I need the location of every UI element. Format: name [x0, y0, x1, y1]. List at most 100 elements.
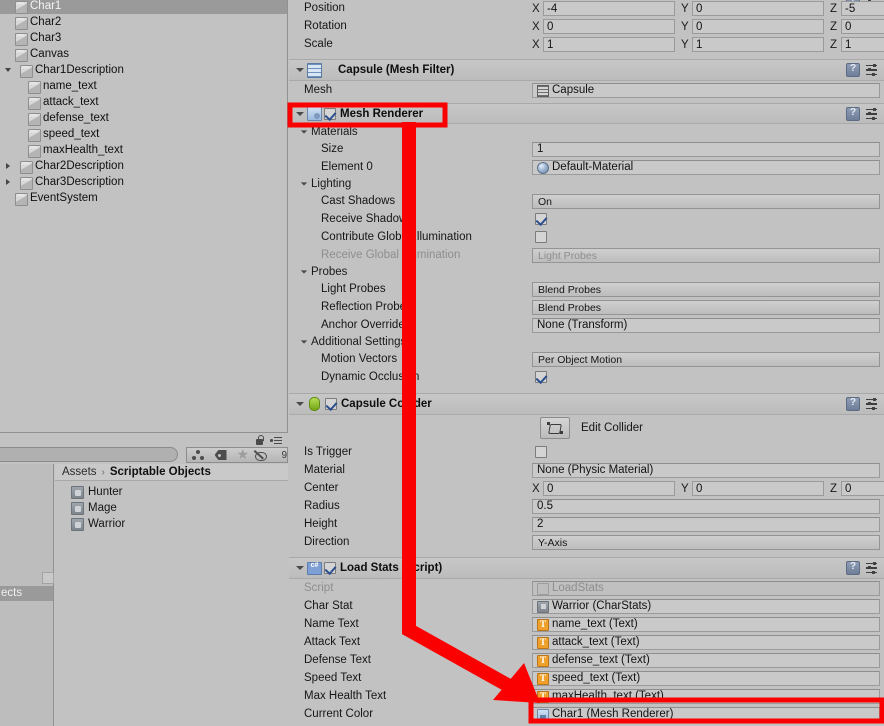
- height-field[interactable]: 2: [532, 517, 880, 532]
- filter-by-type-button[interactable]: [186, 447, 210, 463]
- hierarchy-item-maxhealth-text[interactable]: maxHealth_text: [0, 142, 287, 158]
- preset-icon[interactable]: [866, 397, 879, 411]
- attack-text-field[interactable]: attack_text (Text): [532, 635, 880, 650]
- is-trigger-checkbox[interactable]: [535, 446, 547, 458]
- current-color-field[interactable]: Char1 (Mesh Renderer): [532, 707, 880, 722]
- hierarchy-item-char3description[interactable]: Char3Description: [0, 174, 287, 190]
- contribute-gi-checkbox[interactable]: [535, 231, 547, 243]
- vector3-center[interactable]: X 0 Y 0 Z 0: [532, 481, 884, 496]
- hierarchy-panel[interactable]: Directional Light Char1 Char2 Char3 Canv…: [0, 0, 288, 432]
- cast-shadows-dropdown[interactable]: On: [532, 194, 880, 209]
- help-icon[interactable]: [846, 63, 860, 77]
- foldout-arrow-icon[interactable]: [300, 182, 308, 185]
- vector3-rotation[interactable]: X 0 Y 0 Z 0: [532, 19, 884, 34]
- motion-vectors-dropdown[interactable]: Per Object Motion: [532, 352, 880, 367]
- twisty-collapsed-icon[interactable]: [2, 158, 14, 174]
- position-y-field[interactable]: 0: [692, 1, 824, 16]
- hierarchy-item-attack-text[interactable]: attack_text: [0, 94, 287, 110]
- help-icon[interactable]: [846, 561, 860, 575]
- materials-size-field[interactable]: 1: [532, 142, 880, 157]
- inspector-panel[interactable]: Transform Position X -4 Y 0 Z -5 Rotatio…: [289, 0, 884, 726]
- speed-text-field[interactable]: speed_text (Text): [532, 671, 880, 686]
- material-element0-field[interactable]: Default-Material: [532, 160, 880, 175]
- group-materials[interactable]: Materials: [289, 124, 884, 140]
- char-stat-field[interactable]: Warrior (CharStats): [532, 599, 880, 614]
- foldout-arrow-icon[interactable]: [295, 112, 305, 116]
- group-lighting[interactable]: Lighting: [289, 176, 884, 192]
- foldout-arrow-icon[interactable]: [300, 130, 308, 133]
- radius-field[interactable]: 0.5: [532, 499, 880, 514]
- rotation-y-field[interactable]: 0: [692, 19, 824, 34]
- hierarchy-item-defense-text[interactable]: defense_text: [0, 110, 287, 126]
- foldout-arrow-icon[interactable]: [300, 340, 308, 343]
- defense-text-field[interactable]: defense_text (Text): [532, 653, 880, 668]
- hierarchy-item-char2[interactable]: Char2: [0, 14, 287, 30]
- scale-x-field[interactable]: 1: [543, 37, 675, 52]
- rotation-z-field[interactable]: 0: [841, 19, 884, 34]
- edit-collider-button[interactable]: [540, 417, 570, 439]
- asset-item-hunter[interactable]: Hunter: [55, 484, 288, 500]
- center-z-field[interactable]: 0: [841, 481, 884, 496]
- filter-by-label-button[interactable]: [209, 447, 233, 463]
- project-folder-tree[interactable]: ects: [0, 464, 54, 726]
- capsule-collider-enabled-checkbox[interactable]: [325, 398, 337, 410]
- position-z-field[interactable]: -5: [841, 1, 884, 16]
- reflection-probes-dropdown[interactable]: Blend Probes: [532, 300, 880, 315]
- hierarchy-item-char3[interactable]: Char3: [0, 30, 287, 46]
- twisty-collapsed-icon[interactable]: [2, 174, 14, 190]
- hierarchy-item-eventsystem[interactable]: EventSystem: [0, 190, 287, 206]
- foldout-arrow-icon[interactable]: [300, 270, 308, 273]
- group-additional-settings[interactable]: Additional Settings: [289, 334, 884, 350]
- mesh-object-field[interactable]: Capsule: [532, 83, 880, 98]
- position-x-field[interactable]: -4: [543, 1, 675, 16]
- help-icon[interactable]: [846, 107, 860, 121]
- foldout-arrow-icon[interactable]: [295, 402, 305, 406]
- name-text-field[interactable]: name_text (Text): [532, 617, 880, 632]
- center-x-field[interactable]: 0: [543, 481, 675, 496]
- center-y-field[interactable]: 0: [692, 481, 824, 496]
- dynamic-occlusion-checkbox[interactable]: [535, 371, 547, 383]
- preset-icon[interactable]: [866, 107, 879, 121]
- folder-tree-selected-item[interactable]: ects: [0, 586, 53, 601]
- favorites-button[interactable]: [232, 447, 256, 463]
- anchor-override-field[interactable]: None (Transform): [532, 318, 880, 333]
- asset-item-mage[interactable]: Mage: [55, 500, 288, 516]
- hamburger-menu-icon[interactable]: [270, 436, 282, 445]
- component-header-mesh-filter[interactable]: Capsule (Mesh Filter): [289, 59, 884, 81]
- hierarchy-item-char1description[interactable]: Char1Description: [0, 62, 287, 78]
- hierarchy-item-char2description[interactable]: Char2Description: [0, 158, 287, 174]
- foldout-arrow-icon[interactable]: [295, 566, 305, 570]
- rotation-x-field[interactable]: 0: [543, 19, 675, 34]
- mesh-renderer-enabled-checkbox[interactable]: [324, 107, 336, 120]
- direction-dropdown[interactable]: Y-Axis: [532, 535, 880, 550]
- hierarchy-item-char1[interactable]: Char1: [0, 0, 287, 14]
- breadcrumb-assets[interactable]: Assets: [62, 466, 97, 478]
- project-panel[interactable]: ects Assets › Scriptable Objects Hunter …: [0, 464, 288, 726]
- scale-y-field[interactable]: 1: [692, 37, 824, 52]
- preset-icon[interactable]: [866, 561, 879, 575]
- preset-icon[interactable]: [866, 63, 879, 77]
- component-header-capsule-collider[interactable]: Capsule Collider: [289, 393, 884, 415]
- vector3-position[interactable]: X -4 Y 0 Z -5: [532, 1, 884, 16]
- help-icon[interactable]: [846, 397, 860, 411]
- hierarchy-item-canvas[interactable]: Canvas: [0, 46, 287, 62]
- asset-item-warrior[interactable]: Warrior: [55, 516, 288, 532]
- foldout-arrow-icon[interactable]: [295, 68, 305, 72]
- hierarchy-item-name-text[interactable]: name_text: [0, 78, 287, 94]
- load-stats-enabled-checkbox[interactable]: [324, 562, 336, 574]
- physic-material-field[interactable]: None (Physic Material): [532, 463, 880, 478]
- component-header-mesh-renderer[interactable]: Mesh Renderer: [289, 103, 884, 124]
- twisty-expanded-icon[interactable]: [2, 62, 14, 78]
- search-input[interactable]: [0, 447, 178, 462]
- scale-z-field[interactable]: 1: [841, 37, 884, 52]
- lock-icon[interactable]: [255, 435, 264, 445]
- receive-shadows-checkbox[interactable]: [535, 213, 547, 225]
- breadcrumb-current[interactable]: Scriptable Objects: [110, 466, 211, 478]
- group-probes[interactable]: Probes: [289, 264, 884, 280]
- hidden-objects-button[interactable]: 9: [255, 447, 288, 463]
- max-health-text-field[interactable]: maxHealth_text (Text): [532, 689, 880, 704]
- vector3-scale[interactable]: X 1 Y 1 Z 1: [532, 37, 884, 52]
- component-header-load-stats[interactable]: Load Stats (Script): [289, 557, 884, 579]
- light-probes-dropdown[interactable]: Blend Probes: [532, 282, 880, 297]
- hierarchy-item-speed-text[interactable]: speed_text: [0, 126, 287, 142]
